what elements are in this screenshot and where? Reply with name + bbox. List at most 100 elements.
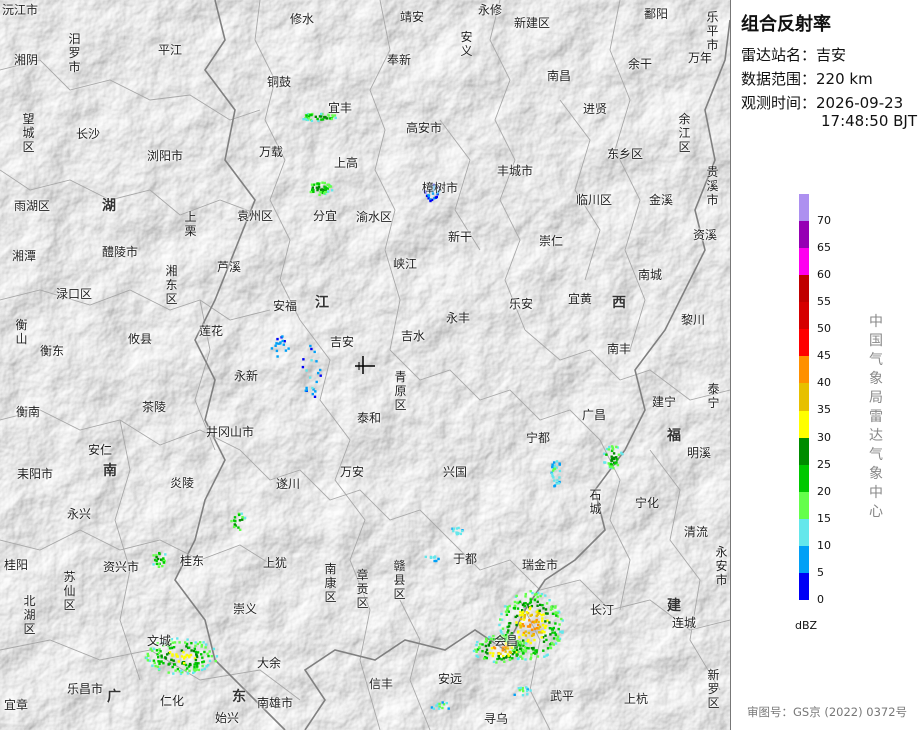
place-label-yuhu: 雨湖区 xyxy=(14,199,51,213)
legend-value-30: 30 xyxy=(817,430,831,444)
place-label-yugan: 余干 xyxy=(628,57,653,71)
place-label-hengnan: 衡南 xyxy=(16,405,41,419)
place-label-chaling: 茶陵 xyxy=(142,400,167,414)
time-row: 观测时间：2026-09-23 xyxy=(741,92,903,113)
place-label-jianning: 建宁 xyxy=(652,395,677,409)
time-label: 观测时间： xyxy=(741,94,817,112)
legend-swatch-40 xyxy=(799,356,809,384)
place-label-yongxin: 永新 xyxy=(234,369,259,383)
legend-value-25: 25 xyxy=(817,457,831,471)
legend-swatch-20 xyxy=(799,464,809,492)
place-label-dayu: 大余 xyxy=(257,656,282,670)
province-label-jiang: 江 xyxy=(315,295,329,311)
station-label: 雷达站名： xyxy=(741,46,817,64)
place-label-ganxian: 赣县区 xyxy=(393,559,406,601)
legend-swatch-35 xyxy=(799,383,809,411)
legend-swatch-25 xyxy=(799,437,809,465)
place-label-shicheng: 石城 xyxy=(589,488,602,516)
place-label-jinxian: 进贤 xyxy=(583,102,608,116)
place-label-nancheng: 南城 xyxy=(638,268,663,282)
place-label-yudu: 于都 xyxy=(453,552,478,566)
legend-swatch-10 xyxy=(799,518,809,546)
place-label-lichuan: 黎川 xyxy=(681,313,706,327)
legend-value-20: 20 xyxy=(817,484,831,498)
place-label-wanan: 万安 xyxy=(340,465,365,479)
place-label-ji_an: 吉安 xyxy=(330,335,355,349)
place-label-chongren: 崇仁 xyxy=(539,234,564,248)
place-label-zixing: 资兴市 xyxy=(103,560,140,574)
place-label-yuanzhou: 袁州区 xyxy=(237,209,274,223)
place-label-gaoan: 高安市 xyxy=(406,121,443,135)
place-label-shixing: 始兴 xyxy=(215,711,240,725)
legend-value-40: 40 xyxy=(817,376,831,390)
place-label-xiangtan: 湘潭 xyxy=(12,249,37,263)
place-label-chongyi: 崇义 xyxy=(233,602,258,616)
legend-value-50: 50 xyxy=(817,322,831,336)
place-label-guiyang: 桂阳 xyxy=(4,558,29,572)
place-label-lukou: 渌口区 xyxy=(56,287,93,301)
place-label-fengcheng: 丰城市 xyxy=(497,164,534,178)
legend-swatch-50 xyxy=(799,302,809,330)
place-label-xiajiang: 峡江 xyxy=(393,257,418,271)
range-row: 数据范围：220 km xyxy=(741,68,873,89)
radar-viewer: 沅江市 修水 靖安 永修 新建区 鄱阳 湘阴 平江 奉新 南昌 余干 万年 长沙 铜鼓 宜丰 进贤 高安市 浏阳市… xyxy=(0,0,920,730)
place-label-taining: 泰宁 xyxy=(707,382,720,410)
agency-name: 中国气象局雷达气象中心 xyxy=(869,314,883,520)
province-label-dong: 东 xyxy=(232,689,246,705)
place-label-suichuan: 遂川 xyxy=(276,477,301,491)
place-label-shanghang: 上杭 xyxy=(624,692,649,706)
reflectivity-legend xyxy=(799,194,809,600)
radar-site-marker xyxy=(355,356,375,374)
place-label-yifeng: 宜丰 xyxy=(328,101,353,115)
place-label-yuanjiang: 沅江市 xyxy=(2,3,39,17)
place-label-changting: 长汀 xyxy=(590,603,615,617)
place-label-changsha: 长沙 xyxy=(76,127,101,141)
legend-swatch-70 xyxy=(799,194,809,222)
place-label-xiangdong: 湘东区 xyxy=(165,264,178,306)
place-label-tonggu: 铜鼓 xyxy=(267,75,292,89)
place-label-yushui: 渝水区 xyxy=(356,210,393,224)
legend-swatch-15 xyxy=(799,491,809,519)
place-label-lepingshi: 乐平市 xyxy=(706,10,719,52)
legend-value-10: 10 xyxy=(817,538,831,552)
place-label-fenyi: 分宜 xyxy=(313,209,338,223)
legend-value-70: 70 xyxy=(817,214,831,227)
place-label-nanfeng: 南丰 xyxy=(607,342,632,356)
station-name: 吉安 xyxy=(816,46,847,64)
place-label-xiushui: 修水 xyxy=(290,12,315,26)
radar-map[interactable]: 沅江市 修水 靖安 永修 新建区 鄱阳 湘阴 平江 奉新 南昌 余干 万年 长沙 铜鼓 宜丰 进贤 高安市 浏阳市… xyxy=(0,0,730,730)
range-value: 220 km xyxy=(816,70,873,88)
legend-value-45: 45 xyxy=(817,349,831,363)
place-label-zixi: 资溪 xyxy=(693,228,718,242)
place-label-anyuan: 安远 xyxy=(438,672,463,686)
place-label-jinggangshan: 井冈山市 xyxy=(206,425,255,439)
place-label-liling: 醴陵市 xyxy=(102,245,139,259)
place-label-anyi: 安义 xyxy=(460,30,473,58)
place-label-guangchang: 广昌 xyxy=(582,408,607,422)
place-label-ninghua: 宁化 xyxy=(635,496,660,510)
place-label-xunwu: 寻乌 xyxy=(484,712,509,726)
place-label-anfu: 安福 xyxy=(273,299,298,313)
place-label-pingjiang: 平江 xyxy=(158,43,183,57)
place-label-liuyang: 浏阳市 xyxy=(147,149,184,163)
place-label-wuping: 武平 xyxy=(550,689,575,703)
place-label-shangli: 上栗 xyxy=(184,210,197,238)
place-label-yongxing: 永兴 xyxy=(67,507,92,521)
place-label-luxi: 芦溪 xyxy=(217,260,242,274)
legend-value-65: 65 xyxy=(817,241,831,255)
place-label-zhanggong: 章贡区 xyxy=(356,568,369,610)
place-label-youxian: 攸县 xyxy=(128,332,153,346)
legend-value-35: 35 xyxy=(817,403,831,417)
legend-swatch-65 xyxy=(799,221,809,249)
place-label-zhangshu: 樟树市 xyxy=(422,181,459,195)
place-label-beihu: 北湖区 xyxy=(23,594,36,636)
place-label-ningdu: 宁都 xyxy=(526,431,551,445)
place-label-liancheng: 连城 xyxy=(672,616,697,630)
place-label-shanggao: 上高 xyxy=(334,156,359,170)
province-label-nan: 南 xyxy=(103,463,117,479)
place-label-suxian: 苏仙区 xyxy=(63,570,76,612)
place-label-guidong: 桂东 xyxy=(180,554,205,568)
place-label-fengxin: 奉新 xyxy=(387,53,412,67)
place-label-xingan: 新干 xyxy=(448,230,473,244)
legend-unit: dBZ xyxy=(795,619,818,632)
